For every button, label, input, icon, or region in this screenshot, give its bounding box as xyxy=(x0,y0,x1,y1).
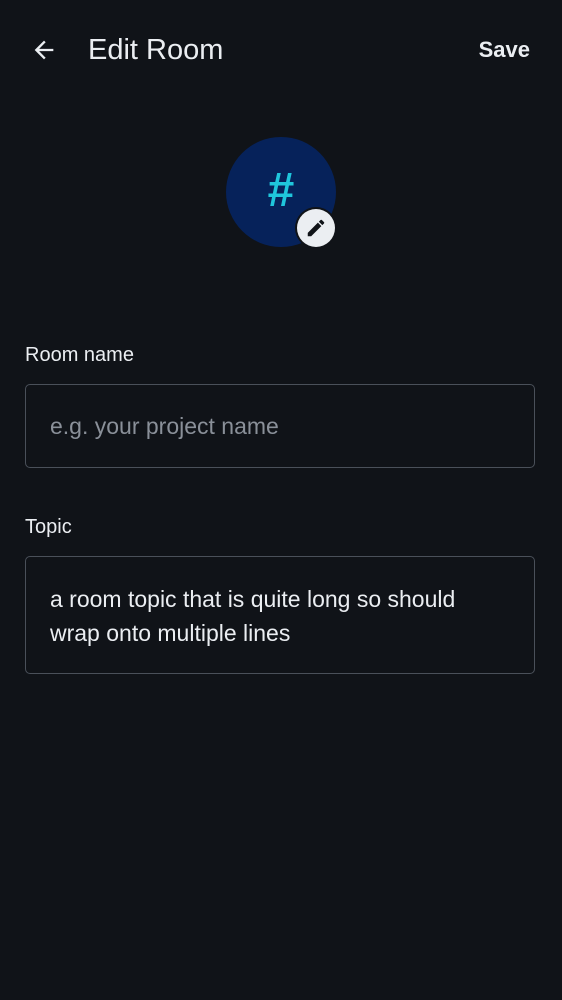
room-name-field-container xyxy=(25,384,535,468)
room-avatar-button[interactable]: # xyxy=(226,137,336,247)
topic-input[interactable]: a room topic that is quite long so shoul… xyxy=(26,557,534,673)
edit-avatar-badge[interactable] xyxy=(297,209,335,247)
top-app-bar: Edit Room Save xyxy=(0,0,562,100)
topic-label: Topic xyxy=(25,516,72,538)
pencil-icon xyxy=(307,219,325,237)
topic-field-container: a room topic that is quite long so shoul… xyxy=(25,556,535,674)
page-title: Edit Room xyxy=(88,34,224,66)
save-button[interactable]: Save xyxy=(479,30,530,70)
room-name-input[interactable] xyxy=(26,385,534,467)
avatar-glyph: # xyxy=(267,164,295,217)
room-name-label: Room name xyxy=(25,344,134,366)
arrow-left-icon xyxy=(34,40,54,60)
back-button[interactable] xyxy=(24,30,64,70)
